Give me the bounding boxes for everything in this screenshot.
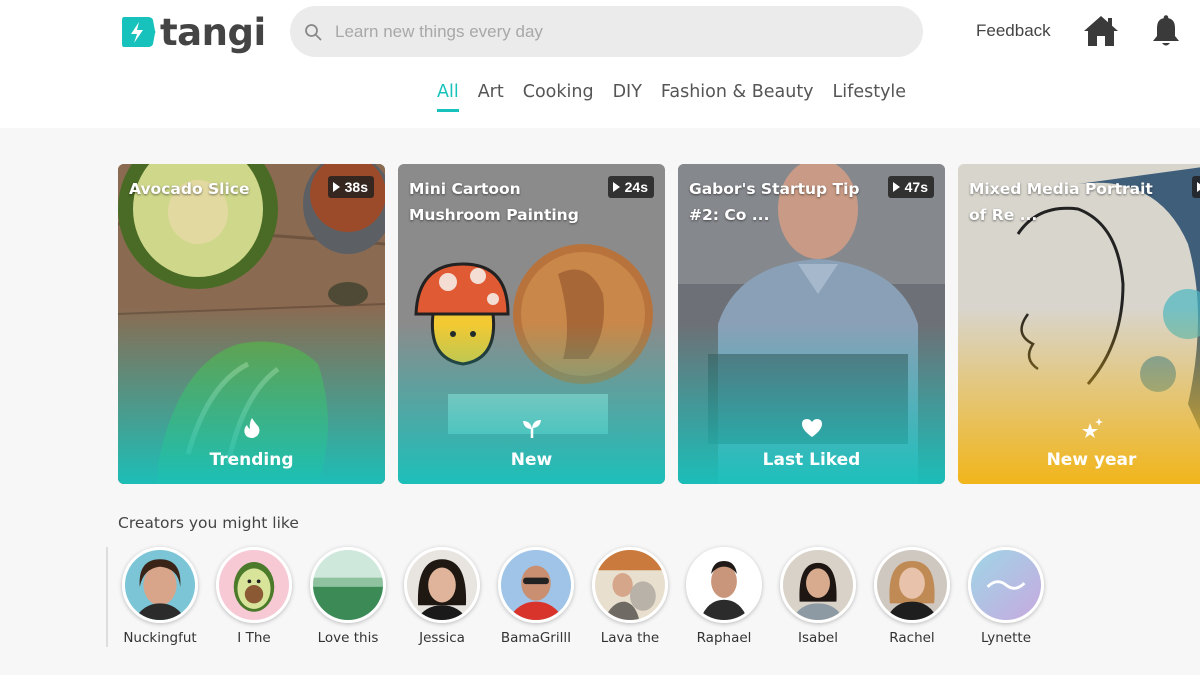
tab-all[interactable]: All [437,82,459,112]
duration-badge: 47s [887,176,934,198]
card-badge-label: New [510,450,553,470]
card-badge-label: Trending [209,450,294,470]
search-icon [305,23,322,40]
card-title: Mixed Media Portrait of Re ... [969,180,1153,224]
creator-item[interactable]: Rachel [865,547,959,646]
card-title: Avocado Slice [129,180,250,198]
video-card-gabor-startup-tip[interactable]: Gabor's Startup Tip #2: Co ... 47s Last … [678,164,945,484]
feedback-link[interactable]: Feedback [976,21,1051,41]
card-title: Gabor's Startup Tip #2: Co ... [689,180,860,224]
search-bar[interactable] [290,6,923,57]
creator-name: Rachel [889,630,935,646]
creator-item[interactable]: Lava the [583,547,677,646]
duration-badge: 24s [607,176,654,198]
tab-fashion-beauty[interactable]: Fashion & Beauty [661,82,814,112]
play-icon [612,182,620,192]
creator-name: Lava the [600,630,660,646]
avatar [968,547,1044,623]
tangi-logo[interactable]: tangi [118,10,266,54]
avatar [686,547,762,623]
tangi-logo-icon [122,17,156,47]
play-icon [332,182,340,192]
creator-name: Lynette [980,630,1032,646]
video-card-carousel: Avocado Slice 38s Trending Mini Cartoon … [118,164,1200,484]
top-header: tangi Feedback All Art Cooking DIY Fashi… [0,0,1200,128]
avatar [780,547,856,623]
play-icon [892,182,900,192]
creator-item[interactable]: I The [207,547,301,646]
tab-diy[interactable]: DIY [613,82,642,112]
avatar [216,547,292,623]
bell-icon[interactable] [1151,14,1181,48]
creators-section-title: Creators you might like [118,514,299,532]
creator-item[interactable]: Nuckingfut [113,547,207,646]
home-icon[interactable] [1082,13,1120,49]
avatar [592,547,668,623]
creator-item[interactable]: Isabel [771,547,865,646]
card-title: Mini Cartoon Mushroom Painting [409,180,579,224]
creator-name: BamaGrillI [500,630,572,646]
avatar [404,547,480,623]
video-card-mixed-media-portrait[interactable]: Mixed Media Portrait of Re ... 40 New ye… [958,164,1200,484]
duration-badge: 40 [1192,176,1200,198]
video-card-mini-cartoon-mushroom[interactable]: Mini Cartoon Mushroom Painting 24s New [398,164,665,484]
duration-text: 38s [344,179,368,195]
tab-cooking[interactable]: Cooking [523,82,594,112]
creator-item[interactable]: Jessica [395,547,489,646]
logo-text: tangi [160,10,266,54]
category-tabs: All Art Cooking DIY Fashion & Beauty Lif… [437,82,925,112]
creator-item[interactable]: Raphael [677,547,771,646]
avatar [310,547,386,623]
tab-art[interactable]: Art [478,82,504,112]
card-badge-label: Last Liked [762,450,861,470]
creator-name: Jessica [419,630,465,646]
sprout-icon [522,420,541,438]
avatar [122,547,198,623]
duration-text: 47s [904,179,928,195]
avatar [498,547,574,623]
sparkle-star-icon [1081,418,1103,438]
search-input[interactable] [335,21,895,42]
tab-lifestyle[interactable]: Lifestyle [833,82,907,112]
creator-name: Raphael [696,630,752,646]
duration-text: 24s [624,179,648,195]
creator-item[interactable]: Lynette [959,547,1053,646]
heart-icon [801,419,822,437]
video-card-avocado-slice[interactable]: Avocado Slice 38s Trending [118,164,385,484]
card-badge-label: New year [1046,450,1137,470]
creator-item[interactable]: BamaGrillI [489,547,583,646]
duration-badge: 38s [327,176,374,198]
creator-name: Nuckingfut [123,630,197,646]
avatar [874,547,950,623]
creator-item[interactable]: Love this [301,547,395,646]
creator-name: Isabel [798,630,838,646]
creators-list: Nuckingfut I The Love this Jessica BamaG… [106,547,1200,647]
flame-icon [243,418,259,438]
creator-name: Love this [317,630,379,646]
creator-name: I The [237,630,271,646]
